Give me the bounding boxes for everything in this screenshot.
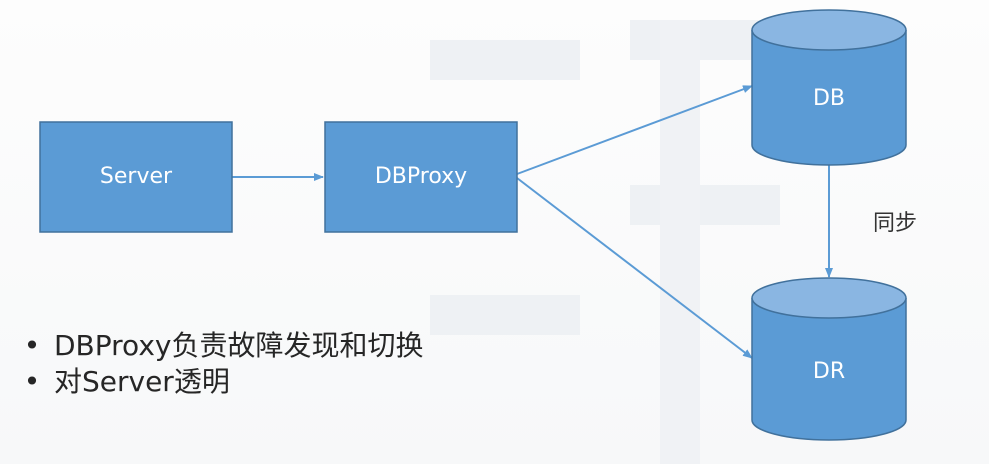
sync-label: 同步 (873, 211, 917, 236)
bullet-dot-icon: • (23, 329, 41, 362)
edge-dbproxy-to-db (516, 85, 753, 175)
server-node-label: Server (100, 164, 173, 189)
bullet-dot-icon: • (23, 365, 41, 398)
dbproxy-node: DBProxy (324, 121, 518, 233)
bullet-item: • DBProxy负责故障发现和切换 (18, 328, 424, 364)
bullet-item: • 对Server透明 (18, 364, 423, 400)
server-node: Server (39, 121, 233, 233)
edge-dbproxy-to-dr (516, 177, 753, 359)
dr-cylinder: DR (751, 277, 907, 441)
bullet-text: DBProxy负责故障发现和切换 (54, 329, 424, 362)
slide: Server DBProxy DB DR 同步 • DBProxy负责故障发现和… (0, 0, 989, 464)
db-cylinder: DB (751, 9, 907, 166)
bullet-text: 对Server透明 (54, 365, 230, 398)
dr-node-label: DR (813, 359, 845, 384)
db-node-label: DB (813, 86, 845, 111)
bullet-list: • DBProxy负责故障发现和切换 • 对Server透明 (18, 328, 424, 400)
dbproxy-node-label: DBProxy (375, 164, 467, 189)
